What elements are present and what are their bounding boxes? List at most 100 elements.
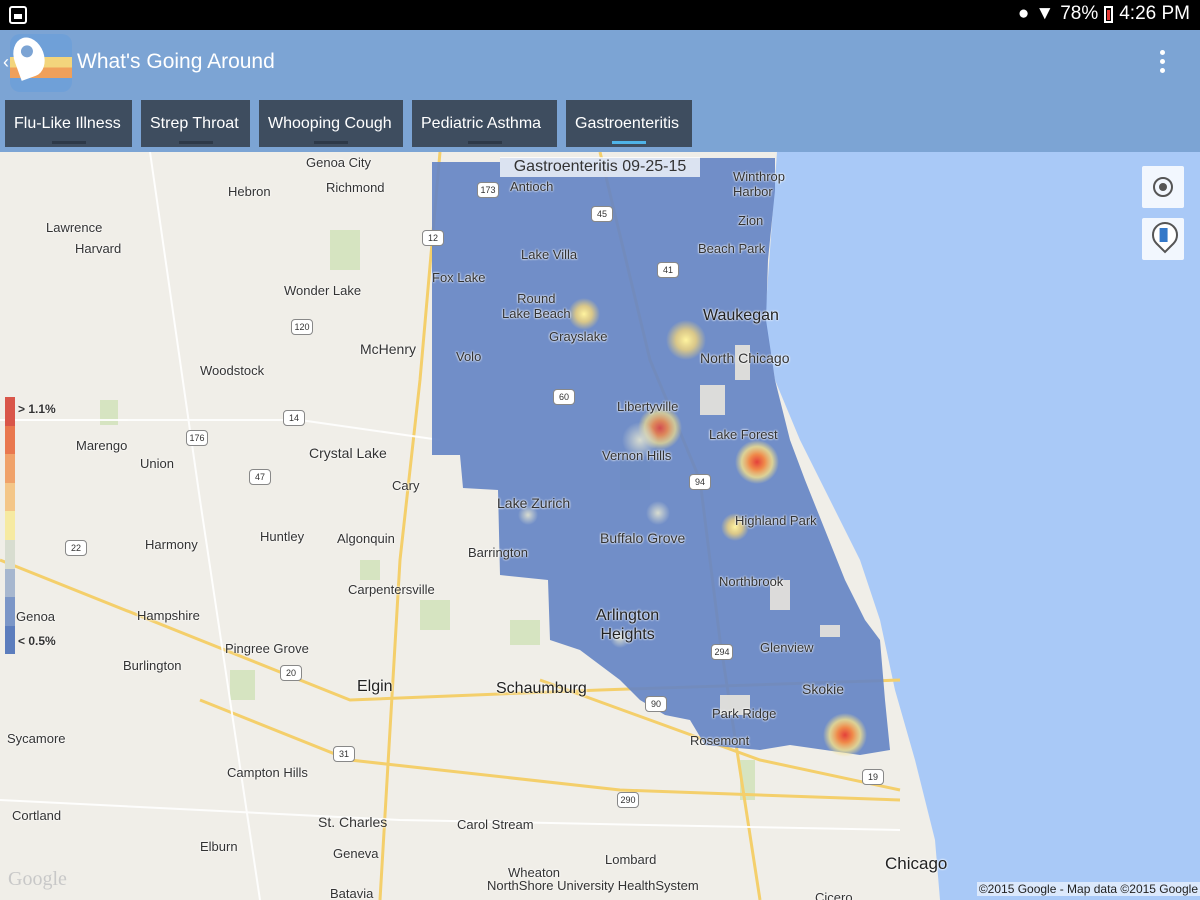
tab-whooping-cough[interactable]: Whooping Cough	[259, 100, 403, 147]
place-label: Marengo	[76, 438, 128, 453]
legend-swatch	[5, 454, 15, 483]
place-label: Hampshire	[137, 608, 200, 623]
place-label: Park Ridge	[712, 706, 777, 721]
place-label: Volo	[456, 349, 482, 364]
map-pin-button[interactable]	[1142, 216, 1184, 260]
place-label: Chicago	[885, 854, 948, 873]
legend-high-label: > 1.1%	[18, 402, 56, 416]
data-credit: NorthShore University HealthSystem	[487, 878, 699, 893]
place-label: North Chicago	[700, 350, 790, 366]
legend-color-scale	[5, 397, 15, 655]
place-label: Cortland	[12, 808, 62, 823]
place-label: Woodstock	[200, 363, 265, 378]
my-location-button[interactable]	[1142, 166, 1184, 208]
legend-swatch	[5, 625, 15, 655]
place-label: Zion	[738, 213, 764, 228]
tab-strep-throat[interactable]: Strep Throat	[141, 100, 250, 147]
place-label: Lake Zurich	[497, 495, 571, 511]
legend-low-label: < 0.5%	[18, 634, 56, 648]
legend-swatch	[5, 511, 15, 540]
route-shield: 20	[280, 665, 302, 681]
back-icon[interactable]: ‹	[3, 52, 9, 73]
place-label: Round Lake Beach	[502, 291, 571, 321]
route-shield: 41	[657, 262, 679, 278]
tab-flu-like-illness[interactable]: Flu-Like Illness	[5, 100, 132, 147]
map-canvas	[0, 152, 1200, 900]
place-label: Northbrook	[719, 574, 784, 589]
map-copyright[interactable]: ©2015 Google - Map data ©2015 Google	[976, 882, 1200, 896]
place-label: Rosemont	[690, 733, 750, 748]
place-label: Schaumburg	[496, 680, 587, 697]
legend-swatch	[5, 539, 15, 569]
place-label: Pingree Grove	[225, 641, 309, 656]
place-label: Richmond	[326, 180, 385, 195]
battery-icon	[1104, 5, 1114, 23]
route-shield: 60	[553, 389, 575, 405]
place-label: Glenview	[760, 640, 814, 655]
place-label: Burlington	[123, 658, 182, 673]
clock: 4:26 PM	[1119, 3, 1190, 24]
map-pin-icon	[1146, 216, 1184, 254]
place-label: Elburn	[200, 839, 238, 854]
route-shield: 12	[422, 230, 444, 246]
place-label: Antioch	[510, 179, 554, 194]
place-label: Harvard	[75, 241, 122, 256]
place-label: Arlington Heights	[596, 607, 660, 643]
place-label: Beach Park	[698, 241, 766, 256]
app-logo-icon[interactable]	[10, 34, 72, 92]
place-label: Highland Park	[735, 513, 817, 528]
tab-pediatric-asthma[interactable]: Pediatric Asthma	[412, 100, 557, 147]
route-shield: 90	[645, 696, 667, 712]
place-label: Elgin	[357, 678, 393, 695]
place-label: Huntley	[260, 529, 305, 544]
legend-swatch	[5, 568, 15, 598]
place-label: Wonder Lake	[284, 283, 362, 298]
tab-gastroenteritis[interactable]: Gastroenteritis	[566, 100, 692, 147]
place-label: Algonquin	[337, 531, 395, 546]
status-bar: ● ▼ 78% 4:26 PM	[0, 0, 1200, 30]
place-label: Genoa City	[306, 155, 372, 170]
place-label: Lombard	[605, 852, 657, 867]
place-label: Genoa	[16, 609, 56, 624]
my-location-icon	[1153, 177, 1173, 197]
gallery-notification-icon	[9, 6, 27, 24]
place-label: Winthrop Harbor	[733, 169, 786, 199]
map-view[interactable]: Genoa City Antioch Winthrop Harbor Hebron…	[0, 152, 1200, 900]
place-label: Carpentersville	[348, 582, 435, 597]
place-label: Lake Villa	[521, 247, 578, 262]
place-label: Lawrence	[46, 220, 103, 235]
place-label: Waukegan	[703, 307, 779, 324]
place-label: McHenry	[360, 341, 417, 357]
route-shield: 173	[477, 182, 499, 198]
route-shield: 290	[617, 792, 639, 808]
place-label: Sycamore	[7, 731, 66, 746]
route-shield: 19	[862, 769, 884, 785]
battery-percent: 78%	[1060, 3, 1099, 24]
route-shield: 14	[283, 410, 305, 426]
legend-swatch	[5, 482, 15, 512]
google-logo: Google	[8, 868, 67, 890]
legend-swatch	[5, 397, 15, 426]
wifi-icon: ▼	[1035, 3, 1055, 24]
place-label: Campton Hills	[227, 765, 308, 780]
overflow-menu-icon[interactable]	[1152, 50, 1172, 76]
place-label: Lake Forest	[709, 427, 778, 442]
place-label: St. Charles	[318, 814, 388, 830]
place-label: Crystal Lake	[309, 445, 387, 461]
legend-swatch	[5, 425, 15, 455]
place-label: Cicero	[815, 890, 853, 900]
place-label: Barrington	[468, 545, 528, 560]
place-label: Union	[140, 456, 174, 471]
place-label: Hebron	[228, 184, 271, 199]
legend-swatch	[5, 597, 15, 626]
place-label: Buffalo Grove	[600, 530, 686, 546]
route-shield: 22	[65, 540, 87, 556]
route-shield: 94	[689, 474, 711, 490]
route-shield: 120	[291, 319, 313, 335]
place-label: Libertyville	[617, 399, 679, 414]
map-title: Gastroenteritis 09-25-15	[500, 157, 700, 177]
place-label: Fox Lake	[432, 270, 486, 285]
place-label: Carol Stream	[457, 817, 534, 832]
route-shield: 176	[186, 430, 208, 446]
place-label: Geneva	[333, 846, 379, 861]
